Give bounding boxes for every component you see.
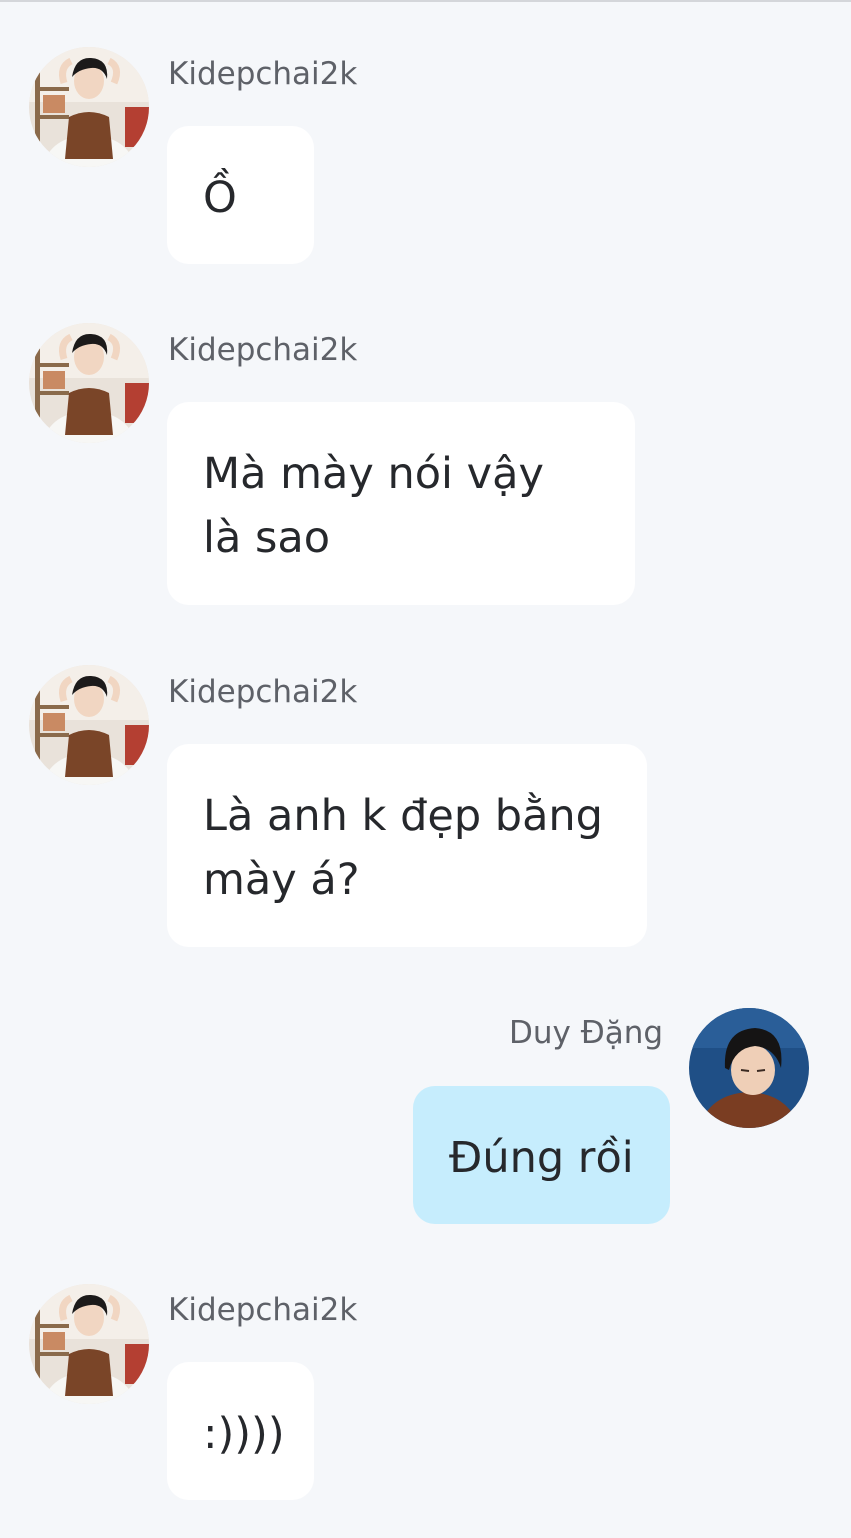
sender-name: Kidepchai2k [168, 56, 358, 92]
sender-name: Duy Đặng [509, 1015, 664, 1051]
message-text: Là anh k đẹp bằng mày á? [203, 791, 603, 905]
sender-name: Kidepchai2k [168, 332, 358, 368]
avatar-duy-dang[interactable] [689, 1008, 809, 1128]
message-bubble[interactable]: :)))) [167, 1362, 314, 1500]
avatar-kidepchai2k[interactable] [29, 1284, 149, 1404]
message-bubble[interactable]: Là anh k đẹp bằng mày á? [167, 744, 647, 947]
message-bubble[interactable]: Mà mày nói vậy là sao [167, 402, 635, 605]
top-divider [0, 0, 851, 2]
message-text: Ồ [203, 173, 237, 223]
sender-name: Kidepchai2k [168, 674, 358, 710]
message-bubble[interactable]: Ồ [167, 126, 314, 264]
message-text: Đúng rồi [449, 1133, 634, 1183]
avatar-kidepchai2k[interactable] [29, 323, 149, 443]
message-text: :)))) [203, 1409, 285, 1459]
sender-name: Kidepchai2k [168, 1292, 358, 1328]
message-text: Mà mày nói vậy là sao [203, 449, 544, 563]
avatar-kidepchai2k[interactable] [29, 665, 149, 785]
avatar-kidepchai2k[interactable] [29, 47, 149, 167]
message-bubble-self[interactable]: Đúng rồi [413, 1086, 670, 1224]
